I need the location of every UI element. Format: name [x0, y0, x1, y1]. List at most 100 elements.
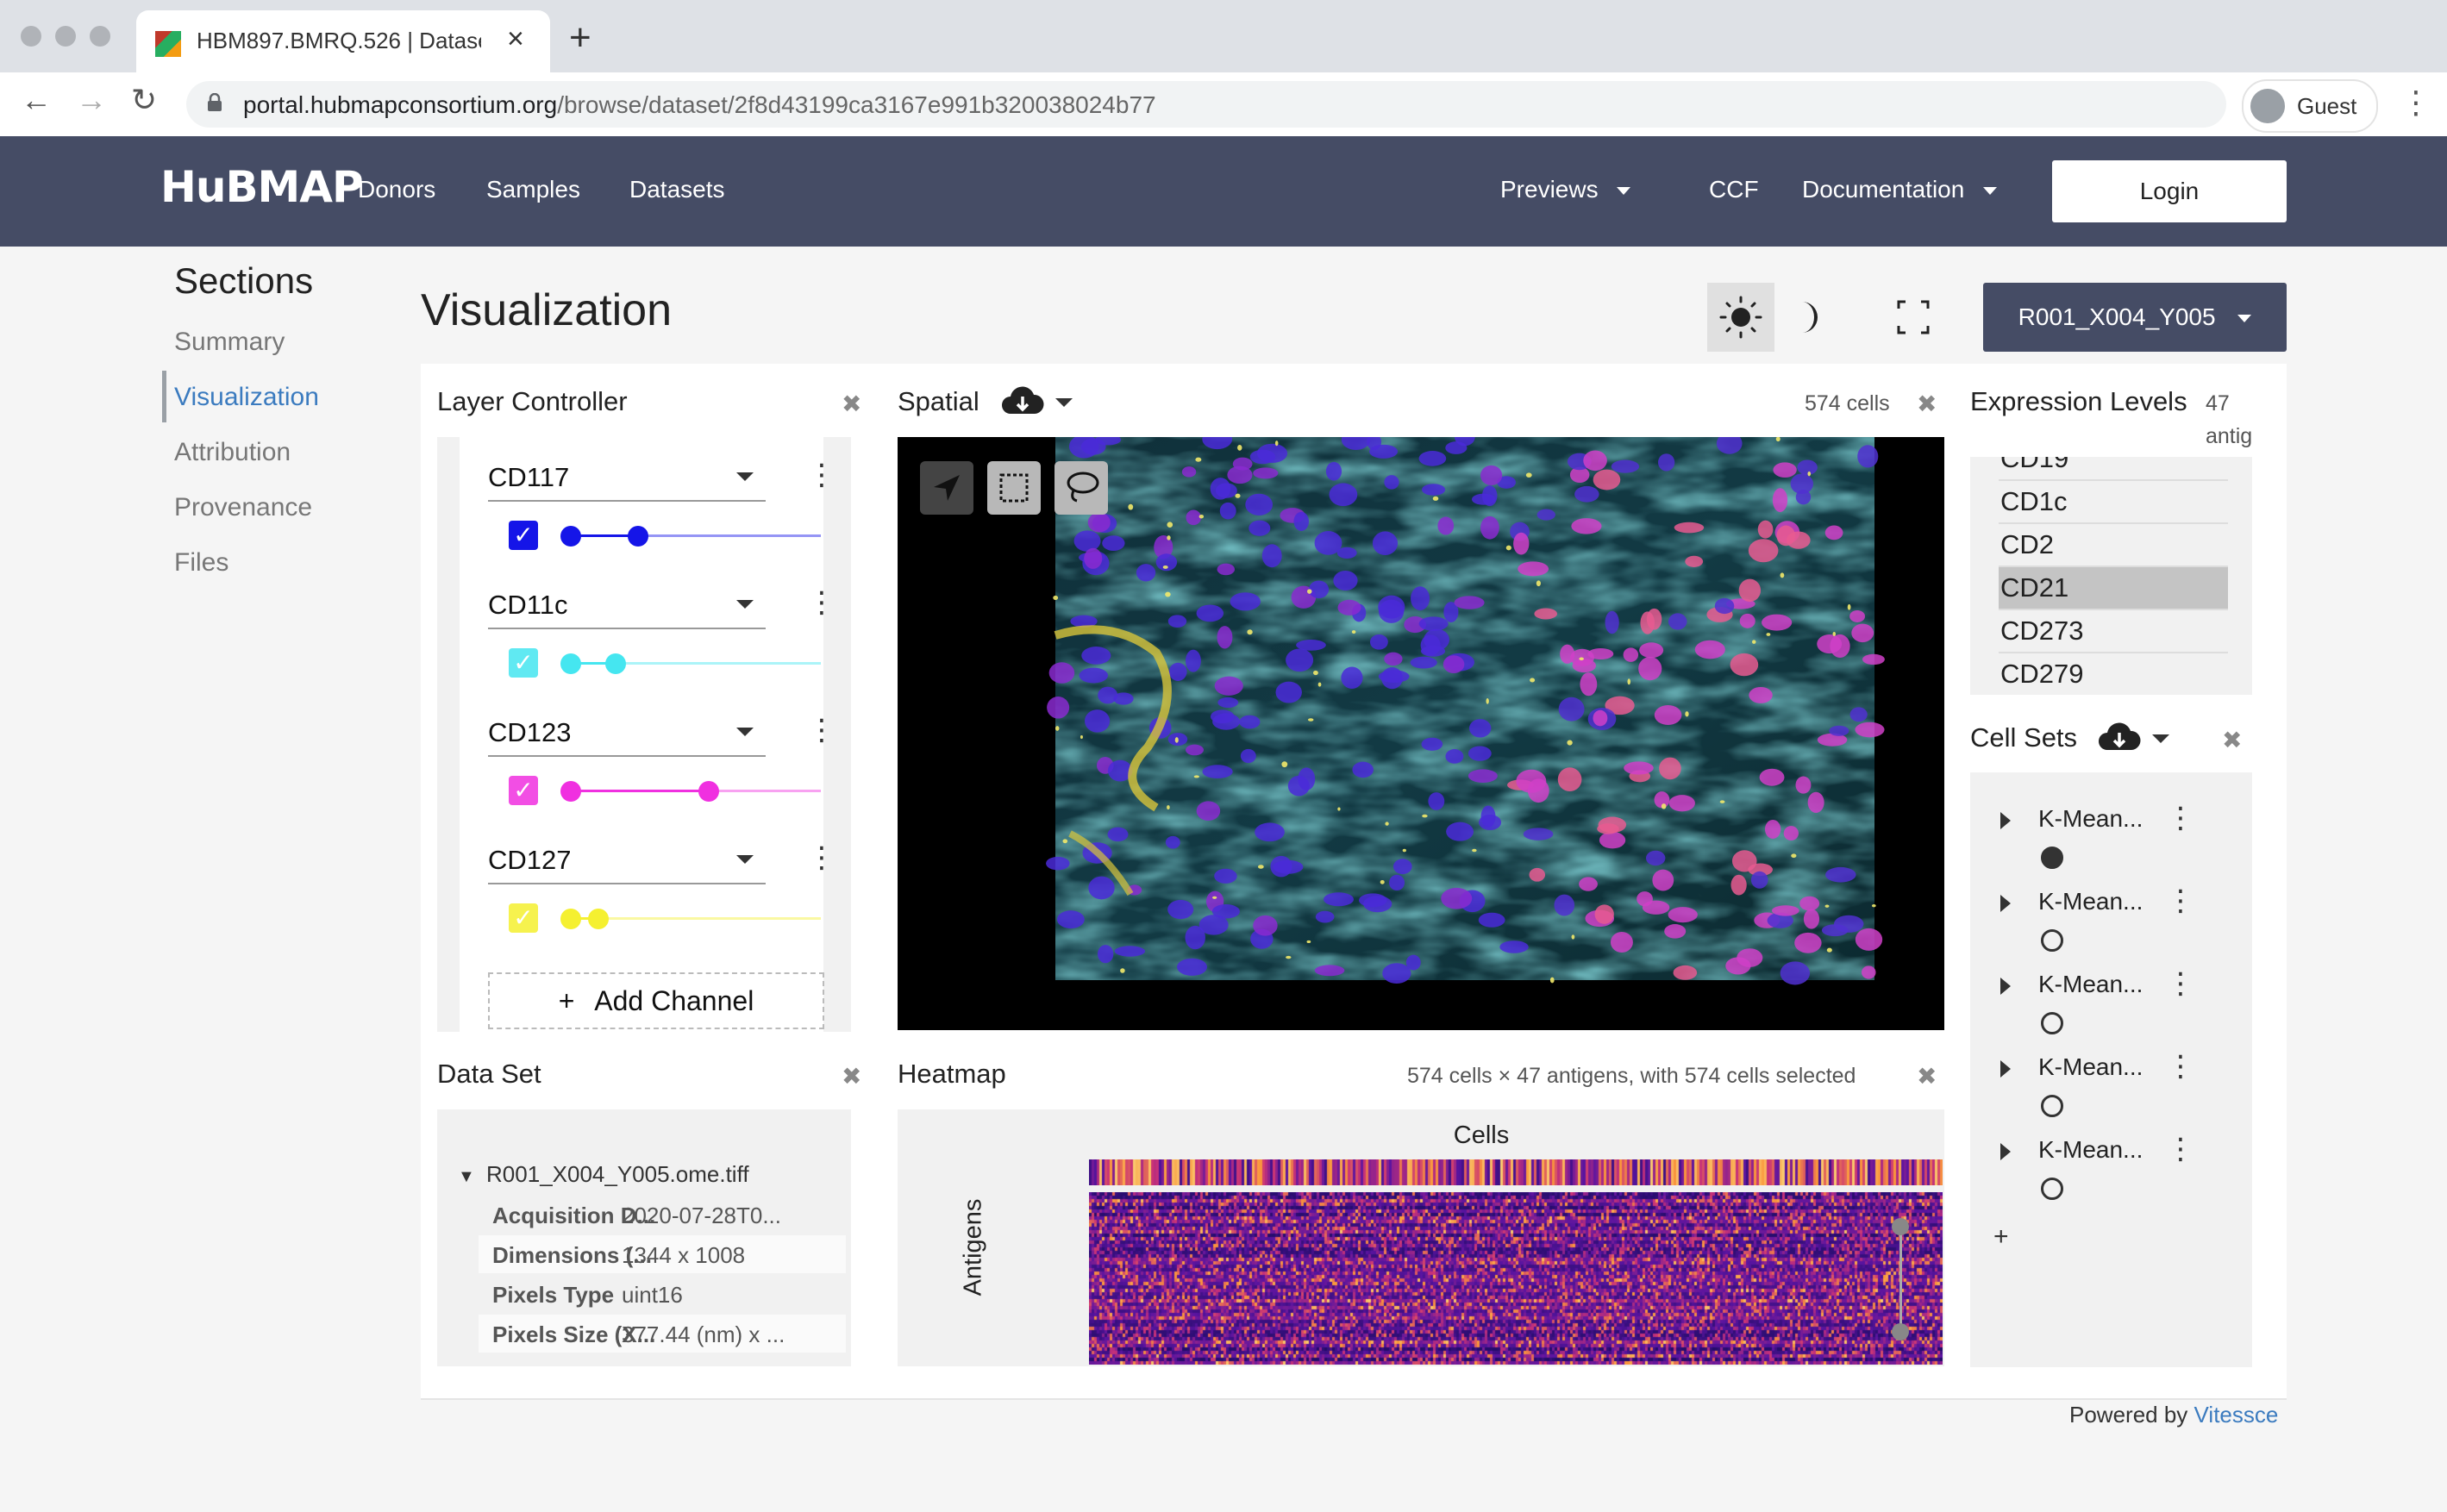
section-link-files[interactable]: Files — [174, 548, 228, 578]
cell-set-options-icon[interactable]: ⋮ — [2166, 1134, 2195, 1164]
channel-options-icon[interactable]: ⋮ — [807, 715, 836, 745]
expand-triangle-icon[interactable] — [2000, 1143, 2011, 1160]
cell-set-checkbox[interactable] — [2041, 1178, 2063, 1200]
cell-set-checkbox[interactable] — [2041, 1012, 2063, 1034]
channel-range-max-handle[interactable] — [698, 781, 719, 802]
window-close-dot[interactable] — [21, 26, 41, 47]
cell-set-label[interactable]: K-Mean... — [2038, 1053, 2143, 1081]
expression-list[interactable]: CD19 CD1c CD2 CD21 CD273 CD279 — [1970, 457, 2252, 695]
channel-name-select[interactable]: CD11c — [488, 590, 567, 621]
expression-item[interactable]: CD273 — [1999, 610, 2228, 653]
section-link-provenance[interactable]: Provenance — [174, 493, 312, 522]
chevron-down-icon[interactable] — [736, 728, 754, 736]
channel-name-select[interactable]: CD117 — [488, 462, 569, 493]
close-icon[interactable]: ✖ — [1917, 390, 1937, 418]
section-link-visualization[interactable]: Visualization — [174, 383, 319, 412]
cell-set-options-icon[interactable]: ⋮ — [2166, 886, 2195, 915]
cell-sets-download-button[interactable] — [2097, 721, 2142, 759]
chevron-down-icon[interactable] — [2152, 734, 2169, 743]
close-icon[interactable]: ✖ — [1917, 1062, 1937, 1090]
nav-link-donors[interactable]: Donors — [358, 176, 435, 203]
channel-range-min-handle[interactable] — [560, 909, 581, 929]
expression-item[interactable]: CD19 — [1999, 457, 2228, 481]
fullscreen-button[interactable] — [1880, 283, 1947, 352]
expression-item[interactable]: CD2 — [1999, 524, 2228, 567]
channel-name-select[interactable]: CD123 — [488, 717, 572, 748]
reload-icon[interactable]: ↻ — [131, 84, 157, 116]
window-minimize-dot[interactable] — [55, 26, 76, 47]
tab-close-icon[interactable]: × — [507, 22, 524, 56]
channel-visibility-checkbox[interactable]: ✓ — [509, 648, 538, 678]
cell-set-label[interactable]: K-Mean... — [2038, 1136, 2143, 1164]
url-input[interactable]: portal.hubmapconsortium.org/browse/datas… — [186, 81, 2226, 128]
browser-menu-icon[interactable]: ⋮ — [2400, 84, 2431, 121]
section-link-attribution[interactable]: Attribution — [174, 438, 291, 467]
channel-name-select[interactable]: CD127 — [488, 845, 572, 876]
profile-button[interactable]: Guest — [2242, 79, 2378, 133]
expand-triangle-icon[interactable] — [2000, 978, 2011, 995]
cell-set-checkbox[interactable] — [2041, 847, 2063, 869]
add-cell-set-button[interactable]: + — [1993, 1222, 2009, 1252]
chevron-down-icon[interactable] — [1055, 398, 1073, 407]
heatmap-scroll-handle[interactable] — [1892, 1323, 1909, 1340]
cell-set-checkbox[interactable] — [2041, 929, 2063, 952]
channel-visibility-checkbox[interactable]: ✓ — [509, 903, 538, 933]
file-tree-node[interactable]: ▼ R001_X004_Y005.ome.tiff — [458, 1161, 749, 1188]
lasso-select-button[interactable] — [1055, 461, 1108, 515]
cell-set-label[interactable]: K-Mean... — [2038, 888, 2143, 915]
cell-set-options-icon[interactable]: ⋮ — [2166, 803, 2195, 833]
channel-visibility-checkbox[interactable]: ✓ — [509, 776, 538, 805]
nav-documentation-dropdown[interactable]: Documentation — [1802, 176, 1998, 203]
spatial-download-button[interactable] — [1000, 384, 1045, 423]
channel-options-icon[interactable]: ⋮ — [807, 843, 836, 872]
login-button[interactable]: Login — [2052, 160, 2287, 222]
channel-options-icon[interactable]: ⋮ — [807, 460, 836, 490]
vitessce-link[interactable]: Vitessce — [2194, 1402, 2279, 1428]
nav-link-ccf[interactable]: CCF — [1709, 176, 1759, 203]
expression-item[interactable]: CD1c — [1999, 481, 2228, 524]
pan-tool-button[interactable] — [920, 461, 973, 515]
back-arrow-icon[interactable]: ← — [21, 84, 52, 116]
cell-set-label[interactable]: K-Mean... — [2038, 971, 2143, 998]
cell-set-checkbox[interactable] — [2041, 1095, 2063, 1117]
close-icon[interactable]: ✖ — [842, 390, 861, 418]
expression-item-selected[interactable]: CD21 — [1999, 567, 2228, 610]
add-channel-button[interactable]: + Add Channel — [488, 972, 824, 1029]
light-theme-button[interactable] — [1707, 283, 1774, 352]
dark-theme-button[interactable] — [1776, 283, 1843, 352]
tissue-image[interactable] — [898, 437, 1944, 1030]
expand-triangle-icon[interactable] — [2000, 1060, 2011, 1078]
close-icon[interactable]: ✖ — [842, 1062, 861, 1090]
cell-set-options-icon[interactable]: ⋮ — [2166, 1052, 2195, 1081]
chevron-down-icon[interactable] — [736, 600, 754, 609]
cell-set-options-icon[interactable]: ⋮ — [2166, 969, 2195, 998]
expand-triangle-icon[interactable] — [2000, 895, 2011, 912]
rectangle-select-button[interactable] — [987, 461, 1041, 515]
heatmap-grid[interactable] — [1089, 1192, 1943, 1365]
channel-range-min-handle[interactable] — [560, 781, 581, 802]
nav-link-datasets[interactable]: Datasets — [629, 176, 725, 203]
spatial-canvas[interactable] — [898, 437, 1944, 1030]
channel-range-max-handle[interactable] — [587, 909, 609, 929]
channel-range-max-handle[interactable] — [605, 653, 627, 674]
section-link-summary[interactable]: Summary — [174, 328, 285, 357]
close-icon[interactable]: ✖ — [2222, 726, 2242, 754]
hubmap-logo[interactable]: HuBMAP — [160, 162, 364, 212]
heatmap-scroll-handle[interactable] — [1892, 1218, 1909, 1235]
window-maximize-dot[interactable] — [90, 26, 110, 47]
channel-range-min-handle[interactable] — [560, 653, 581, 674]
forward-arrow-icon[interactable]: → — [76, 84, 107, 116]
browser-tab[interactable]: HBM897.BMRQ.526 | Dataset × — [136, 10, 550, 72]
dataset-select-dropdown[interactable]: R001_X004_Y005 — [1983, 283, 2287, 352]
channel-visibility-checkbox[interactable]: ✓ — [509, 521, 538, 550]
chevron-down-icon[interactable] — [736, 855, 754, 864]
chevron-down-icon[interactable] — [736, 472, 754, 481]
nav-previews-dropdown[interactable]: Previews — [1500, 176, 1631, 203]
expression-item[interactable]: CD279 — [1999, 653, 2228, 695]
cell-set-label[interactable]: K-Mean... — [2038, 805, 2143, 833]
expand-triangle-icon[interactable] — [2000, 812, 2011, 829]
channel-range-min-handle[interactable] — [560, 526, 581, 547]
channel-options-icon[interactable]: ⋮ — [807, 588, 836, 617]
new-tab-button[interactable]: + — [569, 19, 591, 57]
nav-link-samples[interactable]: Samples — [486, 176, 580, 203]
